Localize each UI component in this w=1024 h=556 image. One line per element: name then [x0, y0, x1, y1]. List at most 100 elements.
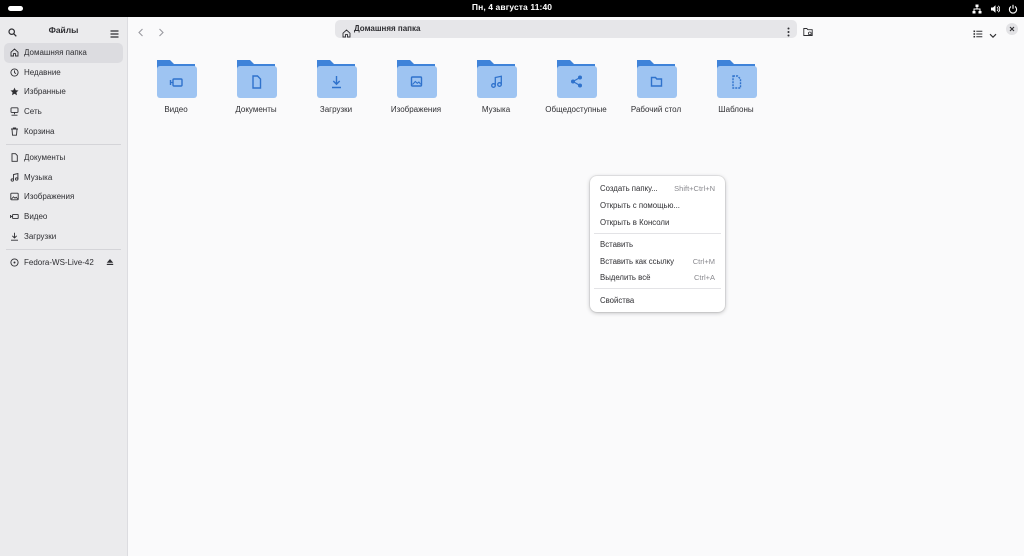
folder-documents-icon: [235, 56, 277, 98]
folder-label: Изображения: [390, 105, 442, 114]
volume-icon[interactable]: [990, 4, 1000, 14]
sidebar-places: Домашняя папка Недавние Избранные Сеть К…: [0, 41, 127, 273]
list-view-icon[interactable]: [973, 25, 983, 43]
folder-label: Видео: [164, 105, 188, 114]
document-icon: [10, 153, 19, 163]
home-icon: [10, 48, 19, 57]
menu-item-label: Открыть с помощью...: [600, 200, 680, 210]
power-icon[interactable]: [1008, 4, 1018, 14]
menu-item-open-with[interactable]: Открыть с помощью...: [594, 197, 721, 213]
sidebar-item-downloads[interactable]: Загрузки: [4, 226, 123, 246]
folder-item[interactable]: Документы: [216, 56, 296, 114]
clock-icon: [10, 68, 19, 77]
folder-video-icon: [155, 56, 197, 98]
menu-item-label: Создать папку...: [600, 183, 658, 193]
folder-pictures-icon: [395, 56, 437, 98]
download-icon: [10, 232, 19, 241]
folder-label: Загрузки: [319, 105, 353, 114]
trash-icon: [10, 127, 19, 136]
sidebar-header: Файлы: [0, 17, 127, 41]
folder-item[interactable]: Шаблоны: [696, 56, 776, 114]
sidebar-item-label: Документы: [24, 153, 66, 163]
system-tray[interactable]: [972, 2, 1018, 15]
menu-item-new-folder[interactable]: Создать папку... Shift+Ctrl+N: [594, 180, 721, 196]
sidebar-item-trash[interactable]: Корзина: [4, 121, 123, 141]
sidebar-divider: [6, 143, 121, 145]
folder-label: Шаблоны: [718, 105, 754, 114]
folder-grid: Видео Документы Загрузки Изображения Муз…: [136, 56, 776, 114]
close-button[interactable]: [1006, 23, 1018, 35]
sidebar-item-label: Домашняя папка: [24, 48, 87, 58]
menu-item-shortcut: Shift+Ctrl+N: [674, 183, 715, 193]
sidebar-item-network[interactable]: Сеть: [4, 102, 123, 122]
menu-item-label: Выделить всё: [600, 272, 651, 282]
close-icon: [1009, 26, 1015, 32]
location-bar[interactable]: Домашняя папка: [335, 20, 797, 38]
forward-button[interactable]: [157, 24, 165, 42]
menu-item-label: Открыть в Консоли: [600, 217, 670, 227]
eject-icon[interactable]: [106, 258, 114, 268]
folder-label: Общедоступные: [545, 105, 607, 114]
folder-label: Документы: [235, 105, 277, 114]
sidebar-item-label: Fedora-WS-Live-42: [24, 258, 94, 268]
sidebar-divider: [6, 248, 121, 250]
folder-item[interactable]: Рабочий стол: [616, 56, 696, 114]
sidebar-item-label: Недавние: [24, 67, 61, 77]
folder-label: Рабочий стол: [630, 105, 682, 114]
current-location-label[interactable]: Домашняя папка: [354, 24, 420, 33]
sidebar-item-home[interactable]: Домашняя папка: [4, 43, 123, 63]
menu-item-label: Свойства: [600, 295, 635, 305]
sidebar-item-label: Изображения: [24, 192, 75, 202]
folder-downloads-icon: [315, 56, 357, 98]
menu-item-paste[interactable]: Вставить: [594, 236, 721, 252]
chevron-down-icon[interactable]: [989, 26, 997, 44]
sidebar-item-label: Загрузки: [24, 231, 57, 241]
menu-item-select-all[interactable]: Выделить всё Ctrl+A: [594, 269, 721, 285]
sidebar-item-label: Музыка: [24, 172, 53, 182]
folder-item[interactable]: Видео: [136, 56, 216, 114]
menu-item-paste-as-link[interactable]: Вставить как ссылку Ctrl+M: [594, 253, 721, 269]
menu-item-open-in-console[interactable]: Открыть в Консоли: [594, 214, 721, 230]
home-icon: [342, 25, 351, 43]
folder-item[interactable]: Загрузки: [296, 56, 376, 114]
new-folder-icon[interactable]: [803, 24, 813, 42]
menu-item-label: Вставить: [600, 239, 634, 249]
menu-separator: [594, 233, 721, 234]
sidebar-item-music[interactable]: Музыка: [4, 168, 123, 188]
top-bar: Пн, 4 августа 11:40: [0, 0, 1024, 17]
hamburger-menu-icon[interactable]: [110, 25, 119, 43]
menu-item-shortcut: Ctrl+M: [692, 256, 715, 266]
menu-item-label: Вставить как ссылку: [600, 256, 675, 266]
sidebar-item-videos[interactable]: Видео: [4, 207, 123, 227]
back-button[interactable]: [137, 24, 145, 42]
sidebar: Файлы Домашняя папка Недавние Избранные …: [0, 17, 128, 556]
image-icon: [10, 192, 19, 201]
more-options-icon[interactable]: [787, 24, 790, 42]
sidebar-item-recent[interactable]: Недавние: [4, 63, 123, 83]
clock[interactable]: Пн, 4 августа 11:40: [0, 2, 1024, 12]
sidebar-item-pictures[interactable]: Изображения: [4, 187, 123, 207]
sidebar-item-starred[interactable]: Избранные: [4, 82, 123, 102]
sidebar-item-label: Сеть: [24, 107, 42, 117]
folder-item[interactable]: Музыка: [456, 56, 536, 114]
disc-icon: [10, 258, 19, 267]
folder-public-share-icon: [555, 56, 597, 98]
folder-label: Музыка: [481, 105, 511, 114]
folder-templates-icon: [715, 56, 757, 98]
context-menu: Создать папку... Shift+Ctrl+N Открыть с …: [590, 176, 725, 312]
folder-music-icon: [475, 56, 517, 98]
star-icon: [10, 87, 19, 96]
folder-item[interactable]: Изображения: [376, 56, 456, 114]
menu-item-shortcut: Ctrl+A: [693, 272, 715, 282]
sidebar-item-label: Избранные: [24, 87, 66, 97]
network-icon[interactable]: [972, 4, 982, 14]
sidebar-item-device[interactable]: Fedora-WS-Live-42: [4, 253, 123, 273]
app-title: Файлы: [48, 25, 79, 35]
folder-item[interactable]: Общедоступные: [536, 56, 616, 114]
sidebar-item-label: Корзина: [24, 126, 55, 136]
menu-item-properties[interactable]: Свойства: [594, 292, 721, 308]
sidebar-item-label: Видео: [24, 212, 48, 222]
sidebar-item-documents[interactable]: Документы: [4, 148, 123, 168]
menu-separator: [594, 288, 721, 289]
music-icon: [10, 172, 19, 182]
